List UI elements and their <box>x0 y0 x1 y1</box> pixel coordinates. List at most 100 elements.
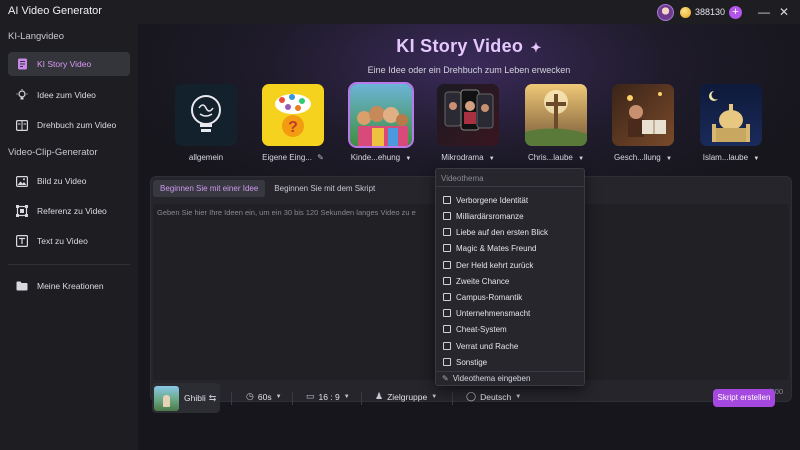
aspect-ratio-select[interactable]: ▭ 16 : 9 ▼ <box>306 391 350 402</box>
sidebar-item-bild-zu-video[interactable]: Bild zu Video <box>8 169 130 193</box>
theme-option[interactable]: Magic & Mates Freund <box>443 241 536 255</box>
sidebar-item-label: Text zu Video <box>37 236 88 246</box>
style-thumbnail <box>154 385 179 411</box>
chevron-down-icon: ▼ <box>343 393 350 400</box>
template-label: Islam...laube ▼ <box>688 153 774 162</box>
sidebar-item-label: Referenz zu Video <box>37 206 107 216</box>
tab-start-with-idea[interactable]: Beginnen Sie mit einer Idee <box>153 180 266 197</box>
sidebar-item-ki-story-video[interactable]: KI Story Video <box>8 52 130 76</box>
sidebar-item-text-zu-video[interactable]: Text zu Video <box>8 229 130 253</box>
checkbox[interactable] <box>443 293 451 301</box>
chevron-down-icon[interactable]: ▼ <box>578 156 584 162</box>
sidebar-section-clip-generator: Video-Clip-Generator <box>8 147 98 158</box>
svg-text:?: ? <box>288 119 298 136</box>
theme-option-label: Magic & Mates Freund <box>456 243 537 253</box>
theme-option-label: Verrat und Rache <box>456 341 519 351</box>
ratio-icon: ▭ <box>306 391 315 401</box>
script-icon <box>16 119 28 131</box>
text-icon <box>16 235 28 247</box>
checkbox[interactable] <box>443 342 451 350</box>
template-thumbnail <box>700 84 762 146</box>
theme-option[interactable]: Der Held kehrt zurück <box>443 258 533 272</box>
chevron-down-icon[interactable]: ▼ <box>405 156 411 162</box>
pencil-icon: ✎ <box>442 374 449 383</box>
template-card-allgemein[interactable]: allgemein <box>173 84 239 166</box>
theme-option[interactable]: Unternehmensmacht <box>443 306 530 320</box>
theme-option[interactable]: Liebe auf den ersten Blick <box>443 225 548 239</box>
theme-option[interactable]: Zweite Chance <box>443 274 509 288</box>
dropdown-title: Videothema <box>441 174 484 183</box>
theme-option-label: Unternehmensmacht <box>456 308 531 318</box>
template-thumbnail <box>612 84 674 146</box>
template-label: Eigene Eing... ✎ <box>250 153 336 162</box>
template-card-eigene-eingabe[interactable]: ? Eigene Eing... ✎ <box>260 84 326 166</box>
template-card-mikrodrama[interactable]: Mikrodrama ▼ <box>435 84 501 166</box>
checkbox[interactable] <box>443 212 451 220</box>
custom-theme-label: Videothema eingeben <box>452 374 531 383</box>
sidebar-item-meine-kreationen[interactable]: Meine Kreationen <box>8 274 130 298</box>
template-card-islamischer-glaube[interactable]: Islam...laube ▼ <box>698 84 764 166</box>
title-bar: AI Video Generator 388130 + — ✕ <box>0 0 800 24</box>
language-select[interactable]: ◯ Deutsch ▼ <box>466 391 521 402</box>
sidebar-item-drehbuch-zum-video[interactable]: Drehbuch zum Video <box>8 113 130 137</box>
theme-option[interactable]: Campus-Romantik <box>443 290 522 304</box>
duration-value: 60s <box>257 391 272 402</box>
template-card-christlicher-glaube[interactable]: Chris...laube ▼ <box>523 84 589 166</box>
options-toolbar: Ghibli ⇆ ◷ 60s ▼ ▭ 16 : 9 ▼ ♟ Zielgruppe… <box>150 383 800 413</box>
template-label: Kinde...ehung ▼ <box>338 153 424 162</box>
checkbox[interactable] <box>443 325 451 333</box>
checkbox[interactable] <box>443 261 451 269</box>
sidebar: KI-Langvideo KI Story Video Idee zum Vid… <box>0 24 138 450</box>
chevron-down-icon: ▼ <box>515 393 522 400</box>
sidebar-item-idee-zum-video[interactable]: Idee zum Video <box>8 83 130 107</box>
theme-option[interactable]: Milliardärsromanze <box>443 209 524 223</box>
template-label: allgemein <box>188 153 224 162</box>
checkbox[interactable] <box>443 228 451 236</box>
chevron-down-icon[interactable]: ▼ <box>753 156 759 162</box>
edit-icon[interactable]: ✎ <box>317 153 324 162</box>
custom-theme-input[interactable]: ✎ Videothema eingeben <box>442 374 530 383</box>
language-value: Deutsch <box>480 391 512 402</box>
toolbar-divider <box>452 392 453 405</box>
dropdown-divider <box>436 186 584 187</box>
checkbox[interactable] <box>443 196 451 204</box>
theme-option[interactable]: Verrat und Rache <box>443 339 518 353</box>
checkbox[interactable] <box>443 309 451 317</box>
checkbox[interactable] <box>443 358 451 366</box>
chevron-down-icon[interactable]: ▼ <box>666 156 672 162</box>
app-title: AI Video Generator <box>8 5 102 17</box>
theme-option[interactable]: Cheat-System <box>443 322 507 336</box>
minimize-icon[interactable]: — <box>754 3 774 21</box>
theme-option[interactable]: Sonstige <box>443 355 487 369</box>
tab-start-with-script[interactable]: Beginnen Sie mit dem Skript <box>267 180 382 197</box>
checkbox[interactable] <box>443 277 451 285</box>
template-card-kindererziehung[interactable]: Kinde...ehung ▼ <box>348 82 414 166</box>
chevron-down-icon[interactable]: ▼ <box>489 156 495 162</box>
theme-option-label: Cheat-System <box>456 324 507 334</box>
close-icon[interactable]: ✕ <box>774 3 794 21</box>
checkbox[interactable] <box>443 244 451 252</box>
template-card-geschichtserzaehlung[interactable]: Gesch...llung ▼ <box>610 84 676 166</box>
theme-option[interactable]: Verborgene Identität <box>443 193 528 207</box>
add-credits-button[interactable]: + <box>729 5 742 19</box>
swap-icon: ⇆ <box>208 392 217 403</box>
page-title-text: KI Story Video <box>396 36 524 56</box>
avatar[interactable] <box>656 3 674 21</box>
template-label: Chris...laube ▼ <box>513 153 599 162</box>
theme-option-label: Milliardärsromanze <box>456 211 524 221</box>
bulb-icon <box>16 89 28 101</box>
duration-select[interactable]: ◷ 60s ▼ <box>246 391 282 402</box>
theme-option-label: Liebe auf den ersten Blick <box>456 227 549 237</box>
sidebar-divider <box>8 264 130 265</box>
template-thumbnail <box>437 84 499 146</box>
sidebar-item-referenz-zu-video[interactable]: Referenz zu Video <box>8 199 130 223</box>
create-script-button[interactable]: Skript erstellen <box>713 389 775 407</box>
credits-count: 388130 <box>694 7 725 17</box>
story-icon <box>16 58 28 70</box>
template-label: Mikrodrama ▼ <box>425 153 511 162</box>
template-thumbnail: ? <box>262 84 324 146</box>
style-selector[interactable]: Ghibli ⇆ <box>152 383 220 413</box>
template-thumbnail <box>348 82 414 148</box>
audience-select[interactable]: ♟ Zielgruppe ▼ <box>375 391 437 402</box>
coin-icon <box>679 6 691 18</box>
